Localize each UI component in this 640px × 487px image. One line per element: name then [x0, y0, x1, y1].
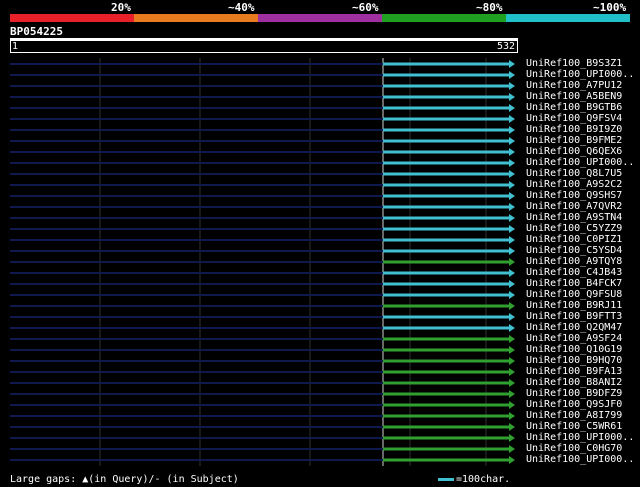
hit-arrow [509, 258, 515, 266]
hit-arrow [509, 137, 515, 145]
hit-arrow [509, 60, 515, 68]
hit-label[interactable]: UniRef100_B9FME2 [526, 135, 622, 146]
hit-label[interactable]: UniRef100_B9S3Z1 [526, 58, 622, 69]
hit-arrow [509, 368, 515, 376]
legend-scale-text: =100char. [456, 474, 511, 485]
hit-label[interactable]: UniRef100_B9FTT3 [526, 311, 622, 322]
hit-arrow [509, 126, 515, 134]
hit-label[interactable]: UniRef100_A5BEN9 [526, 91, 622, 102]
hit-label[interactable]: UniRef100_UPI000.. [526, 69, 634, 80]
hit-label[interactable]: UniRef100_A9S2C2 [526, 179, 622, 190]
hit-arrow [509, 390, 515, 398]
hit-arrow [509, 401, 515, 409]
hit-arrow [509, 302, 515, 310]
hit-arrow [509, 379, 515, 387]
hit-arrow [509, 203, 515, 211]
hit-arrow [509, 412, 515, 420]
scale-swatch [438, 477, 454, 481]
hit-label[interactable]: UniRef100_C5YSD4 [526, 245, 622, 256]
hit-label[interactable]: UniRef100_B9FA13 [526, 366, 622, 377]
hit-label[interactable]: UniRef100_B8ANI2 [526, 377, 622, 388]
hit-label[interactable]: UniRef100_A8I799 [526, 410, 622, 421]
hit-label[interactable]: UniRef100_UPI000.. [526, 454, 634, 465]
hit-label[interactable]: UniRef100_A7PU12 [526, 80, 622, 91]
hit-label[interactable]: UniRef100_C0PIZ1 [526, 234, 622, 245]
hit-arrow [509, 170, 515, 178]
hit-label[interactable]: UniRef100_B9DFZ9 [526, 388, 622, 399]
hit-arrow [509, 346, 515, 354]
hit-label[interactable]: UniRef100_A7QVR2 [526, 201, 622, 212]
hit-label[interactable]: UniRef100_Q9SJF0 [526, 399, 622, 410]
hit-arrow [509, 225, 515, 233]
hit-arrow [509, 104, 515, 112]
hit-label[interactable]: UniRef100_Q2QM47 [526, 322, 622, 333]
hit-arrow [509, 115, 515, 123]
hit-label[interactable]: UniRef100_C0HG70 [526, 443, 622, 454]
hit-arrow [509, 82, 515, 90]
hit-arrow [509, 71, 515, 79]
hit-arrow [509, 192, 515, 200]
hit-label[interactable]: UniRef100_C4JB43 [526, 267, 622, 278]
hit-arrow [509, 434, 515, 442]
hit-label[interactable]: UniRef100_Q10G19 [526, 344, 622, 355]
hit-label[interactable]: UniRef100_C5WR61 [526, 421, 622, 432]
hit-arrow [509, 445, 515, 453]
hit-arrow [509, 280, 515, 288]
hit-arrow [509, 423, 515, 431]
hit-label[interactable]: UniRef100_B9HQ70 [526, 355, 622, 366]
hit-label[interactable]: UniRef100_Q9FSV4 [526, 113, 622, 124]
hit-label[interactable]: UniRef100_B4FCK7 [526, 278, 622, 289]
hit-arrow [509, 181, 515, 189]
hit-arrow [509, 313, 515, 321]
hit-arrow [509, 291, 515, 299]
hit-label[interactable]: UniRef100_B9GTB6 [526, 102, 622, 113]
hit-label[interactable]: UniRef100_B9I9Z0 [526, 124, 622, 135]
hit-label[interactable]: UniRef100_UPI000.. [526, 157, 634, 168]
hit-label[interactable]: UniRef100_A9TQY8 [526, 256, 622, 267]
hit-arrow [509, 335, 515, 343]
hit-arrow [509, 148, 515, 156]
hit-arrow [509, 269, 515, 277]
hit-label[interactable]: UniRef100_Q9SHS7 [526, 190, 622, 201]
hit-label[interactable]: UniRef100_Q6QEX6 [526, 146, 622, 157]
blast-graphic-overview: 20% ~40% ~60% ~80% ~100% BP054225 1 532 UniR… [0, 0, 640, 487]
hit-label[interactable]: UniRef100_C5YZZ9 [526, 223, 622, 234]
hit-label[interactable]: UniRef100_Q9FSU8 [526, 289, 622, 300]
hit-arrow [509, 456, 515, 464]
legend-gaps: Large gaps: ▲(in Query)/- (in Subject) [10, 474, 239, 485]
hit-label[interactable]: UniRef100_A9STN4 [526, 212, 622, 223]
hit-label[interactable]: UniRef100_UPI000.. [526, 432, 634, 443]
hit-label[interactable]: UniRef100_A9SF24 [526, 333, 622, 344]
hit-arrow [509, 214, 515, 222]
hit-arrow [509, 93, 515, 101]
hit-arrow [509, 159, 515, 167]
hit-arrow [509, 247, 515, 255]
hit-label[interactable]: UniRef100_B9RJ11 [526, 300, 622, 311]
hit-arrow [509, 236, 515, 244]
hit-arrow [509, 324, 515, 332]
hit-label[interactable]: UniRef100_Q8L7U5 [526, 168, 622, 179]
legend-scale: =100char. [438, 474, 510, 485]
hit-arrow [509, 357, 515, 365]
